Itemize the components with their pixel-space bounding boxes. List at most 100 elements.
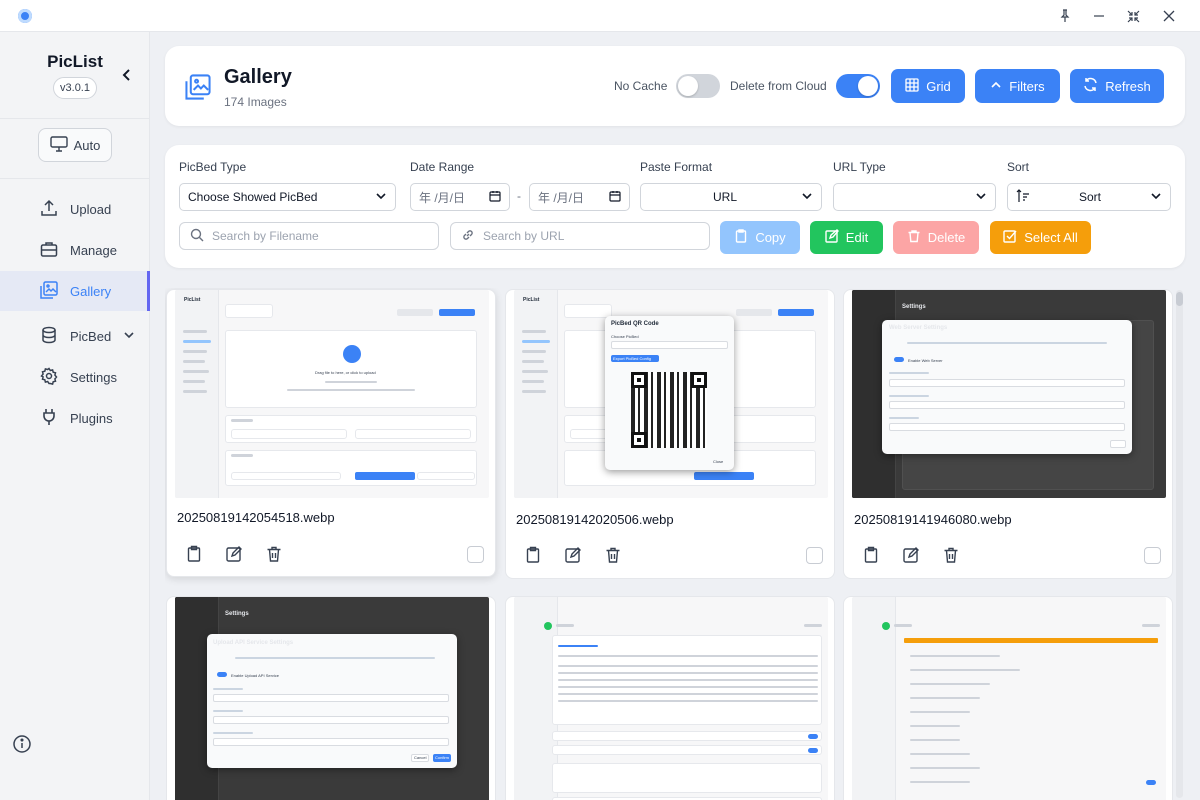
url-type-label: URL Type bbox=[833, 160, 886, 174]
trash-icon[interactable] bbox=[604, 546, 622, 564]
database-icon bbox=[40, 326, 58, 347]
image-actions bbox=[185, 545, 283, 563]
copy-button[interactable]: Copy bbox=[720, 221, 800, 254]
edit-icon bbox=[825, 229, 839, 246]
chevron-down-icon bbox=[1150, 190, 1162, 205]
sidebar: PicList v3.0.1 Auto Upload Manage Galler… bbox=[0, 32, 150, 800]
version-badge: v3.0.1 bbox=[53, 77, 97, 99]
picbed-type-select[interactable]: Choose Showed PicBed bbox=[179, 183, 396, 211]
image-select-checkbox[interactable] bbox=[1144, 547, 1161, 564]
sidebar-item-settings[interactable]: Settings bbox=[0, 357, 150, 397]
copy-link-icon[interactable] bbox=[524, 546, 542, 564]
sidebar-item-gallery[interactable]: Gallery bbox=[0, 271, 150, 311]
delete-button[interactable]: Delete bbox=[893, 221, 979, 254]
refresh-icon bbox=[1083, 77, 1098, 95]
select-all-button[interactable]: Select All bbox=[990, 221, 1091, 254]
sort-label: Sort bbox=[1007, 160, 1030, 174]
theme-label: Auto bbox=[73, 137, 101, 153]
image-card[interactable]: Settings Upload API Service Settings Ena… bbox=[166, 596, 496, 800]
copy-link-icon[interactable] bbox=[185, 545, 203, 563]
image-thumbnail[interactable]: Settings Upload API Service Settings Ena… bbox=[175, 597, 489, 800]
filters-button[interactable]: Filters bbox=[975, 69, 1060, 103]
calendar-icon bbox=[609, 190, 621, 205]
image-thumbnail[interactable]: PicList Drag file to here, or click to u… bbox=[175, 290, 489, 498]
briefcase-icon bbox=[40, 240, 58, 261]
sidebar-divider bbox=[0, 118, 150, 119]
chevron-down-icon bbox=[801, 190, 813, 205]
copy-link-icon[interactable] bbox=[862, 546, 880, 564]
date-end-input[interactable]: 年 /月/日 bbox=[529, 183, 630, 211]
chevron-down-icon bbox=[975, 190, 987, 205]
image-thumbnail[interactable]: PicList PicBed QR Code Choose PicBed Exp… bbox=[514, 290, 828, 498]
grid-icon bbox=[905, 77, 919, 95]
trash-icon[interactable] bbox=[942, 546, 960, 564]
image-card[interactable]: PicList PicBed QR Code Choose PicBed Exp… bbox=[505, 289, 835, 579]
gear-icon bbox=[40, 366, 58, 388]
app-logo-icon bbox=[18, 9, 32, 23]
search-icon bbox=[190, 228, 204, 245]
paste-format-select[interactable]: URL bbox=[640, 183, 822, 211]
plug-icon bbox=[40, 408, 58, 429]
trash-icon[interactable] bbox=[265, 545, 283, 563]
page-title: Gallery bbox=[224, 66, 292, 88]
date-range-label: Date Range bbox=[410, 160, 475, 174]
gallery-grid: PicList Drag file to here, or click to u… bbox=[165, 288, 1175, 800]
gallery-scrollbar[interactable] bbox=[1176, 290, 1183, 798]
delete-from-cloud-toggle[interactable] bbox=[836, 74, 880, 98]
image-filename: 20250819141946080.webp bbox=[854, 512, 1012, 527]
image-thumbnail[interactable] bbox=[852, 597, 1166, 800]
edit-button[interactable]: Edit bbox=[810, 221, 883, 254]
image-actions bbox=[524, 546, 622, 564]
image-filename: 20250819142020506.webp bbox=[516, 512, 674, 527]
image-card[interactable] bbox=[505, 596, 835, 800]
grid-view-button[interactable]: Grid bbox=[891, 69, 965, 103]
gallery-icon bbox=[40, 280, 58, 302]
sidebar-item-plugins[interactable]: Plugins bbox=[0, 398, 150, 438]
image-select-checkbox[interactable] bbox=[806, 547, 823, 564]
search-filename-input[interactable]: Search by Filename bbox=[179, 222, 439, 250]
trash-icon bbox=[907, 229, 921, 246]
monitor-icon bbox=[49, 135, 68, 155]
refresh-button[interactable]: Refresh bbox=[1070, 69, 1164, 103]
gallery-icon bbox=[185, 74, 211, 100]
pin-icon[interactable] bbox=[1048, 4, 1082, 28]
image-card[interactable] bbox=[843, 596, 1173, 800]
image-thumbnail[interactable] bbox=[514, 597, 828, 800]
image-card[interactable]: PicList Drag file to here, or click to u… bbox=[166, 289, 496, 577]
chevron-up-icon bbox=[990, 79, 1002, 94]
sidebar-item-label: Gallery bbox=[70, 283, 112, 299]
sort-select[interactable]: Sort bbox=[1007, 183, 1171, 211]
upload-icon bbox=[40, 199, 58, 220]
sidebar-item-label: PicBed bbox=[70, 328, 112, 344]
sidebar-divider bbox=[0, 178, 150, 179]
date-start-input[interactable]: 年 /月/日 bbox=[410, 183, 510, 211]
chevron-down-icon bbox=[123, 329, 135, 344]
sidebar-item-label: Manage bbox=[70, 242, 117, 258]
title-bar bbox=[0, 0, 1200, 32]
minimize-icon[interactable] bbox=[1082, 4, 1116, 28]
theme-toggle-button[interactable]: Auto bbox=[38, 128, 112, 162]
gallery-header: Gallery 174 Images No Cache Delete from … bbox=[165, 46, 1185, 126]
sidebar-item-picbed[interactable]: PicBed bbox=[0, 316, 150, 356]
edit-icon[interactable] bbox=[225, 545, 243, 563]
sidebar-item-upload[interactable]: Upload bbox=[0, 189, 150, 229]
link-icon bbox=[461, 228, 475, 245]
info-icon[interactable] bbox=[12, 734, 32, 754]
sidebar-item-manage[interactable]: Manage bbox=[0, 230, 150, 270]
image-actions bbox=[862, 546, 960, 564]
url-type-select[interactable] bbox=[833, 183, 996, 211]
image-thumbnail[interactable]: Settings Web Server Settings Enable Web … bbox=[852, 290, 1166, 498]
search-url-input[interactable]: Search by URL bbox=[450, 222, 710, 250]
no-cache-toggle[interactable] bbox=[676, 74, 720, 98]
picbed-type-label: PicBed Type bbox=[179, 160, 247, 174]
filter-panel: PicBed Type Choose Showed PicBed Date Ra… bbox=[165, 145, 1185, 268]
collapse-sidebar-icon[interactable] bbox=[118, 66, 136, 84]
image-select-checkbox[interactable] bbox=[467, 546, 484, 563]
restore-icon[interactable] bbox=[1116, 4, 1150, 28]
image-filename: 20250819142054518.webp bbox=[177, 510, 335, 525]
close-icon[interactable] bbox=[1152, 4, 1186, 28]
edit-icon[interactable] bbox=[564, 546, 582, 564]
edit-icon[interactable] bbox=[902, 546, 920, 564]
image-card[interactable]: Settings Web Server Settings Enable Web … bbox=[843, 289, 1173, 579]
scrollbar-thumb[interactable] bbox=[1176, 292, 1183, 306]
